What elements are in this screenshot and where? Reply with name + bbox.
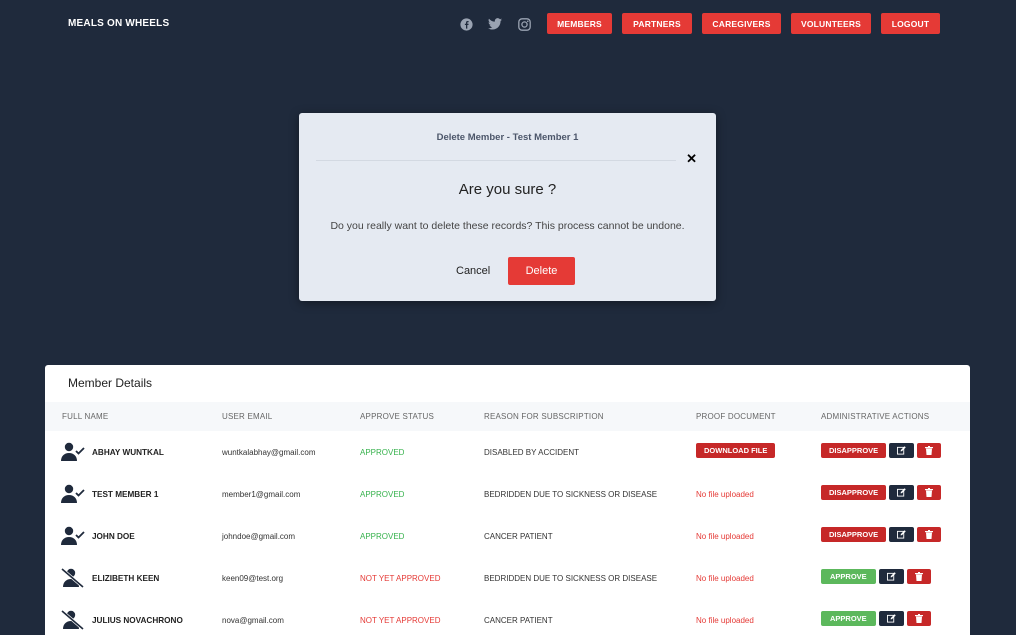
member-details-card: Member Details FULL NAME USER EMAIL APPR… xyxy=(45,365,970,635)
table-row: TEST MEMBER 1 member1@gmail.com APPROVED… xyxy=(45,473,970,515)
twitter-icon[interactable] xyxy=(487,17,503,31)
disapprove-button[interactable]: DISAPPROVE xyxy=(821,485,887,500)
nav-caregivers-button[interactable]: CAREGIVERS xyxy=(702,13,781,34)
trash-icon[interactable] xyxy=(917,527,942,542)
dialog-divider xyxy=(316,160,676,161)
edit-icon[interactable] xyxy=(878,611,904,626)
member-name: ELIZIBETH KEEN xyxy=(92,574,160,583)
main-nav: MEMBERS PARTNERS CAREGIVERS VOLUNTEERS L… xyxy=(547,13,940,34)
admin-actions: DISAPPROVE xyxy=(821,443,942,458)
admin-actions: APPROVE xyxy=(821,611,931,626)
delete-confirm-dialog: Delete Member - Test Member 1 ✕ Are you … xyxy=(299,113,716,301)
trash-icon[interactable] xyxy=(917,443,942,458)
member-name: JOHN DOE xyxy=(92,532,135,541)
instagram-icon[interactable] xyxy=(516,17,532,31)
social-links xyxy=(458,17,532,31)
col-approve-status: APPROVE STATUS xyxy=(360,412,435,421)
no-file-label: No file uploaded xyxy=(696,574,754,583)
subscription-reason: BEDRIDDEN DUE TO SICKNESS OR DISEASE xyxy=(484,574,658,583)
brand-logo-text[interactable]: MEALS ON WHEELS xyxy=(68,18,169,29)
table-row: JULIUS NOVACHRONO nova@gmail.com NOT YET… xyxy=(45,599,970,635)
approve-status: APPROVED xyxy=(360,490,405,499)
subscription-reason: BEDRIDDEN DUE TO SICKNESS OR DISEASE xyxy=(484,490,658,499)
member-email: keen09@test.org xyxy=(222,574,284,583)
download-file-button[interactable]: DOWNLOAD FILE xyxy=(696,443,776,458)
table-row: JOHN DOE johndoe@gmail.com APPROVED CANC… xyxy=(45,515,970,557)
admin-actions: DISAPPROVE xyxy=(821,485,942,500)
trash-icon[interactable] xyxy=(906,611,931,626)
edit-icon[interactable] xyxy=(889,443,915,458)
member-name: JULIUS NOVACHRONO xyxy=(92,616,183,625)
approve-status: NOT YET APPROVED xyxy=(360,574,441,583)
member-email: wuntkalabhay@gmail.com xyxy=(222,448,316,457)
delete-button[interactable]: Delete xyxy=(508,257,575,285)
card-title: Member Details xyxy=(68,376,153,390)
user-check-icon xyxy=(61,442,85,462)
approve-button[interactable]: APPROVE xyxy=(821,569,876,584)
approve-button[interactable]: APPROVE xyxy=(821,611,876,626)
subscription-reason: CANCER PATIENT xyxy=(484,532,553,541)
col-user-email: USER EMAIL xyxy=(222,412,273,421)
no-file-label: No file uploaded xyxy=(696,490,754,499)
close-icon[interactable]: ✕ xyxy=(686,151,697,167)
col-admin-actions: ADMINISTRATIVE ACTIONS xyxy=(821,412,930,421)
dialog-question: Are you sure ? xyxy=(458,181,557,198)
user-slash-icon xyxy=(61,609,85,631)
dialog-title: Delete Member - Test Member 1 xyxy=(436,132,579,143)
cancel-button[interactable]: Cancel xyxy=(456,265,490,277)
admin-actions: APPROVE xyxy=(821,569,931,584)
table-row: ELIZIBETH KEEN keen09@test.org NOT YET A… xyxy=(45,557,970,599)
user-check-icon xyxy=(61,526,85,546)
edit-icon[interactable] xyxy=(889,485,915,500)
approve-status: APPROVED xyxy=(360,448,405,457)
disapprove-button[interactable]: DISAPPROVE xyxy=(821,443,887,458)
nav-partners-button[interactable]: PARTNERS xyxy=(622,13,692,34)
trash-icon[interactable] xyxy=(906,569,931,584)
member-name: TEST MEMBER 1 xyxy=(92,490,159,499)
member-email: nova@gmail.com xyxy=(222,616,284,625)
dialog-message: Do you really want to delete these recor… xyxy=(330,220,685,232)
nav-logout-button[interactable]: LOGOUT xyxy=(881,13,940,34)
approve-status: NOT YET APPROVED xyxy=(360,616,441,625)
nav-members-button[interactable]: MEMBERS xyxy=(547,13,612,34)
member-name: ABHAY WUNTKAL xyxy=(92,448,164,457)
disapprove-button[interactable]: DISAPPROVE xyxy=(821,527,887,542)
col-reason: REASON FOR SUBSCRIPTION xyxy=(484,412,604,421)
no-file-label: No file uploaded xyxy=(696,532,754,541)
user-check-icon xyxy=(61,484,85,504)
facebook-icon[interactable] xyxy=(458,17,474,31)
admin-actions: DISAPPROVE xyxy=(821,527,942,542)
subscription-reason: DISABLED BY ACCIDENT xyxy=(484,448,579,457)
col-proof-document: PROOF DOCUMENT xyxy=(696,412,776,421)
member-email: member1@gmail.com xyxy=(222,490,301,499)
edit-icon[interactable] xyxy=(878,569,904,584)
subscription-reason: CANCER PATIENT xyxy=(484,616,553,625)
table-header: FULL NAME USER EMAIL APPROVE STATUS REAS… xyxy=(45,402,970,431)
edit-icon[interactable] xyxy=(889,527,915,542)
col-full-name: FULL NAME xyxy=(62,412,109,421)
user-slash-icon xyxy=(61,567,85,589)
approve-status: APPROVED xyxy=(360,532,405,541)
nav-volunteers-button[interactable]: VOLUNTEERS xyxy=(791,13,871,34)
no-file-label: No file uploaded xyxy=(696,616,754,625)
trash-icon[interactable] xyxy=(917,485,942,500)
member-email: johndoe@gmail.com xyxy=(222,532,296,541)
table-row: ABHAY WUNTKAL wuntkalabhay@gmail.com APP… xyxy=(45,431,970,473)
